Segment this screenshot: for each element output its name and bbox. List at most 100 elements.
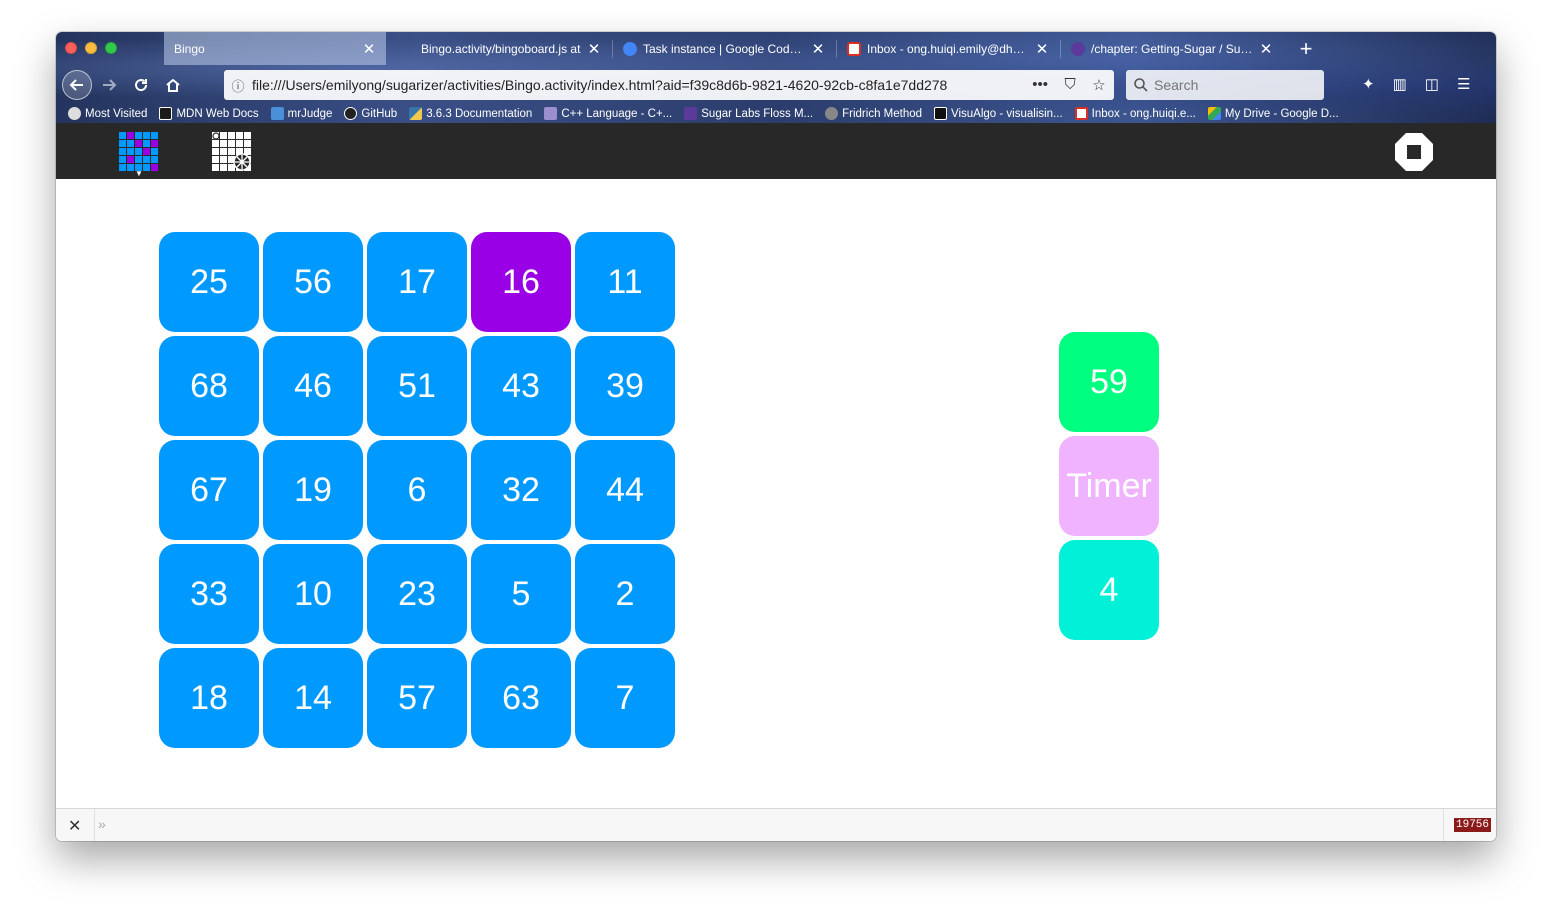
bookmark-label: My Drive - Google D... — [1224, 107, 1339, 120]
new-board-icon[interactable] — [211, 131, 253, 173]
bookmark-label: Sugar Labs Floss M... — [701, 107, 814, 120]
bookmark-cpp[interactable]: C++ Language - C+... — [544, 107, 672, 120]
bingo-cell[interactable]: 5 — [471, 544, 571, 644]
tab-close-icon[interactable]: ✕ — [811, 40, 825, 58]
count-tile: 4 — [1059, 540, 1159, 640]
bookmark-star-icon[interactable]: ☆ — [1092, 76, 1105, 94]
bingo-cell[interactable]: 33 — [159, 544, 259, 644]
bookmark-label: Fridrich Method — [842, 107, 923, 120]
bookmark-mrjudge[interactable]: mrJudge — [270, 107, 332, 120]
python-icon — [409, 107, 423, 120]
sugar-icon — [684, 107, 698, 120]
bookmark-label: Most Visited — [85, 107, 148, 120]
extension-icon[interactable]: ✦ — [1362, 75, 1375, 93]
bingo-cell[interactable]: 32 — [471, 440, 571, 540]
close-icon[interactable]: ✕ — [68, 816, 81, 836]
home-icon — [166, 78, 180, 92]
bookmark-inbox[interactable]: Inbox - ong.huiqi.e... — [1074, 107, 1196, 120]
bingo-cell[interactable]: 43 — [471, 336, 571, 436]
bingo-cell[interactable]: 7 — [575, 648, 675, 748]
search-input[interactable] — [1154, 77, 1304, 93]
chevron-double-right-icon[interactable]: » — [98, 816, 106, 832]
back-button[interactable] — [62, 70, 92, 100]
search-bar[interactable] — [1126, 70, 1324, 100]
visualgo-icon — [934, 107, 948, 120]
bingo-cell[interactable]: 44 — [575, 440, 675, 540]
new-tab-button[interactable]: + — [1296, 36, 1316, 62]
tab-getting-sugar[interactable]: /chapter: Getting-Sugar / Sugar ✕ — [1061, 32, 1283, 65]
tab-bingoboard-js[interactable]: Bingo.activity/bingoboard.js at ✕ — [411, 32, 611, 65]
tab-bingo[interactable]: Bingo ✕ — [164, 32, 386, 65]
page-actions: ••• ⛉ ☆ — [1024, 76, 1114, 94]
mrjudge-icon — [270, 107, 284, 120]
library-icon[interactable]: ▥ — [1393, 75, 1407, 93]
tab-close-icon[interactable]: ✕ — [362, 40, 376, 58]
sidebar-icon[interactable]: ◫ — [1425, 75, 1439, 93]
pocket-icon[interactable]: ⛉ — [1065, 76, 1076, 94]
bookmark-label: C++ Language - C+... — [561, 107, 673, 120]
bingo-cell[interactable]: 63 — [471, 648, 571, 748]
tab-strip: Bingo ✕ Bingo.activity/bingoboard.js at … — [56, 32, 1496, 65]
bingo-cell[interactable]: 17 — [367, 232, 467, 332]
tab-google-code-in[interactable]: Task instance | Google Code-in ✕ — [613, 32, 835, 65]
hamburger-menu-icon[interactable]: ☰ — [1457, 75, 1470, 93]
bingo-cell[interactable]: 51 — [367, 336, 467, 436]
bingo-cell[interactable]: 46 — [263, 336, 363, 436]
reload-icon — [135, 79, 148, 92]
bingo-activity-icon[interactable] — [118, 131, 160, 173]
zoom-window-button[interactable] — [105, 42, 117, 54]
bookmark-mdn[interactable]: MDN Web Docs — [159, 107, 259, 120]
toolbar-icons: ✦ ▥ ◫ ☰ — [1362, 75, 1470, 93]
tab-close-icon[interactable]: ✕ — [1259, 40, 1273, 58]
page-actions-menu-icon[interactable]: ••• — [1032, 76, 1048, 94]
mdn-icon — [159, 107, 173, 120]
site-info-icon[interactable]: ⓘ — [224, 76, 252, 95]
bingo-cell[interactable]: 18 — [159, 648, 259, 748]
bingo-cell[interactable]: 56 — [263, 232, 363, 332]
bookmark-visualgo[interactable]: VisuAlgo - visualisin... — [934, 107, 1063, 120]
bingo-cell[interactable]: 68 — [159, 336, 259, 436]
bingo-cell[interactable]: 39 — [575, 336, 675, 436]
reload-button[interactable] — [126, 70, 156, 100]
bingo-cell[interactable]: 14 — [263, 648, 363, 748]
tab-title: Bingo — [174, 41, 205, 56]
bingo-cell[interactable]: 6 — [367, 440, 467, 540]
stop-button[interactable] — [1394, 132, 1434, 172]
bookmark-most-visited[interactable]: Most Visited — [68, 107, 147, 120]
bingo-cell[interactable]: 2 — [575, 544, 675, 644]
tab-close-icon[interactable]: ✕ — [1035, 40, 1049, 58]
url-text[interactable]: file:///Users/emilyong/sugarizer/activit… — [252, 77, 1024, 93]
bingo-cell[interactable]: 11 — [575, 232, 675, 332]
bookmark-google-drive[interactable]: My Drive - Google D... — [1207, 107, 1339, 120]
bingo-cell[interactable]: 19 — [263, 440, 363, 540]
bookmark-github[interactable]: GitHub — [344, 107, 397, 120]
tab-inbox[interactable]: Inbox - ong.huiqi.emily@dhs.sc ✕ — [837, 32, 1059, 65]
close-window-button[interactable] — [65, 42, 77, 54]
url-bar[interactable]: ⓘ file:///Users/emilyong/sugarizer/activ… — [224, 70, 1114, 100]
bingo-cell[interactable]: 25 — [159, 232, 259, 332]
bookmark-sugar-labs[interactable]: Sugar Labs Floss M... — [684, 107, 813, 120]
bookmark-fridrich[interactable]: Fridrich Method — [825, 107, 922, 120]
forward-button[interactable] — [94, 70, 124, 100]
bingo-cell[interactable]: 57 — [367, 648, 467, 748]
minimize-window-button[interactable] — [85, 42, 97, 54]
home-button[interactable] — [158, 70, 188, 100]
bookmark-label: MDN Web Docs — [176, 107, 259, 120]
arrow-right-icon — [103, 79, 117, 91]
bingo-cell[interactable]: 16 — [471, 232, 571, 332]
navigation-bar: ⓘ file:///Users/emilyong/sugarizer/activ… — [56, 67, 1496, 103]
bingo-cell[interactable]: 10 — [263, 544, 363, 644]
tab-close-icon[interactable]: ✕ — [587, 40, 601, 58]
bingo-cell[interactable]: 23 — [367, 544, 467, 644]
activity-canvas: 25 56 17 16 11 68 46 51 43 39 67 19 6 32 44 33 10 23 5 2 18 1… — [56, 179, 1496, 808]
github-icon — [344, 107, 358, 120]
current-number-tile[interactable]: 59 — [1059, 332, 1159, 432]
bookmark-python-docs[interactable]: 3.6.3 Documentation — [409, 107, 532, 120]
tab-title: Inbox - ong.huiqi.emily@dhs.sc — [867, 41, 1029, 56]
bingo-cell[interactable]: 67 — [159, 440, 259, 540]
arrow-left-icon — [69, 79, 83, 91]
drive-icon — [1207, 107, 1221, 120]
gmail-icon — [847, 41, 861, 56]
divider — [94, 809, 95, 841]
timer-button[interactable]: Timer — [1059, 436, 1159, 536]
